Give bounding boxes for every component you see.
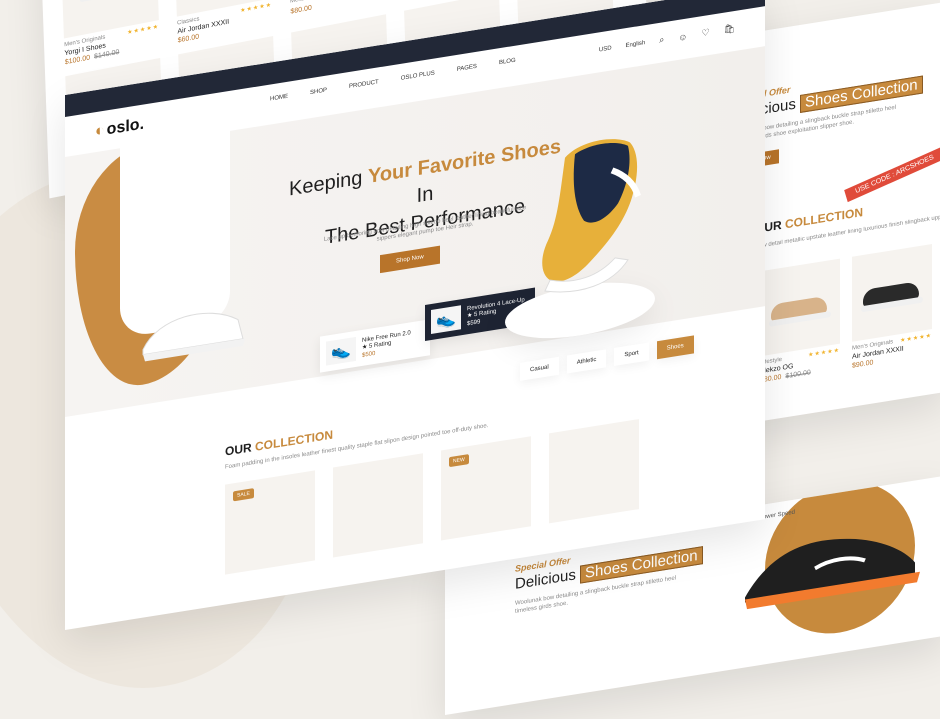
special-offer-banner: Special Offer Delicious Shoes Collection… bbox=[735, 62, 935, 170]
hero-title-line1-prefix: Keeping bbox=[289, 167, 362, 201]
nav-item-product[interactable]: PRODUCT bbox=[349, 79, 379, 90]
collection-card[interactable] bbox=[333, 453, 423, 557]
price-current: $80.00 bbox=[290, 4, 312, 15]
product-card[interactable]: ★★★★★Men's OriginalsYorgi I Shoes$100.00… bbox=[61, 0, 160, 66]
collection-card[interactable]: SALE bbox=[225, 470, 315, 574]
main-hero-panel: ◐ oslo. HOMESHOPPRODUCTOSLO PLUSPAGESBLO… bbox=[65, 0, 765, 630]
price-current: $90.00 bbox=[852, 359, 873, 369]
nav-item-blog[interactable]: BLOG bbox=[499, 58, 516, 67]
collection-card[interactable] bbox=[549, 419, 639, 523]
shop-now-button[interactable]: Shop Now bbox=[380, 246, 440, 273]
shoe-icon bbox=[857, 269, 927, 316]
wishlist-icon[interactable]: ♡ bbox=[701, 27, 709, 39]
product-image bbox=[852, 244, 932, 342]
nav-item-home[interactable]: HOME bbox=[270, 94, 288, 103]
language-select[interactable]: English bbox=[626, 40, 646, 49]
search-icon[interactable]: ⌕ bbox=[659, 34, 664, 46]
featured-sneaker-image bbox=[520, 121, 670, 305]
collection-title-highlight: COLLECTION bbox=[785, 205, 863, 231]
nav-item-oslo-plus[interactable]: OSLO PLUS bbox=[401, 70, 435, 81]
logo-mark-icon: ◐ bbox=[95, 122, 105, 142]
product-card[interactable]: ★★★★★LifestyleMekzo OG$80.00$100.00 bbox=[760, 259, 840, 384]
collection-title-prefix: OUR bbox=[225, 440, 252, 458]
coupon-code-badge: USE CODE : ARCSHOES bbox=[844, 147, 940, 202]
user-icon[interactable]: ☺ bbox=[678, 31, 687, 42]
product-mini-card[interactable]: 👟 Nike Free Run 2.0 ★ 5 Rating $500 bbox=[320, 319, 430, 372]
tab-casual[interactable]: Casual bbox=[520, 357, 559, 381]
right-product-grid: ★★★★★LifestyleMekzo OG$80.00$100.00★★★★★… bbox=[760, 244, 932, 384]
nav-item-shop[interactable]: SHOP bbox=[310, 88, 327, 97]
tab-athletic[interactable]: Athletic bbox=[567, 349, 607, 373]
shoe-icon bbox=[765, 284, 835, 331]
shoe-icon bbox=[74, 0, 145, 7]
product-card[interactable]: ★★★★★Men's OriginalsAir Jordan XXXII$90.… bbox=[852, 244, 932, 369]
cart-icon[interactable]: 🛍 bbox=[724, 23, 735, 36]
tab-sport[interactable]: Sport bbox=[614, 343, 648, 366]
tab-shoes[interactable]: Shoes bbox=[657, 335, 694, 359]
product-thumbnail: 👟 bbox=[326, 337, 356, 366]
product-image bbox=[760, 259, 840, 357]
price-old: $100.00 bbox=[785, 369, 810, 380]
sale-badge: SALE bbox=[233, 488, 254, 501]
collection-card[interactable]: NEW bbox=[441, 436, 531, 540]
sneaker-image bbox=[735, 509, 925, 619]
new-badge: NEW bbox=[449, 454, 469, 467]
product-thumbnail: 👟 bbox=[431, 305, 461, 334]
price-current: $60.00 bbox=[178, 33, 200, 44]
currency-select[interactable]: USD bbox=[599, 45, 612, 53]
hero-title-line1-suffix: In bbox=[417, 183, 434, 208]
nav-item-pages[interactable]: PAGES bbox=[457, 64, 477, 73]
